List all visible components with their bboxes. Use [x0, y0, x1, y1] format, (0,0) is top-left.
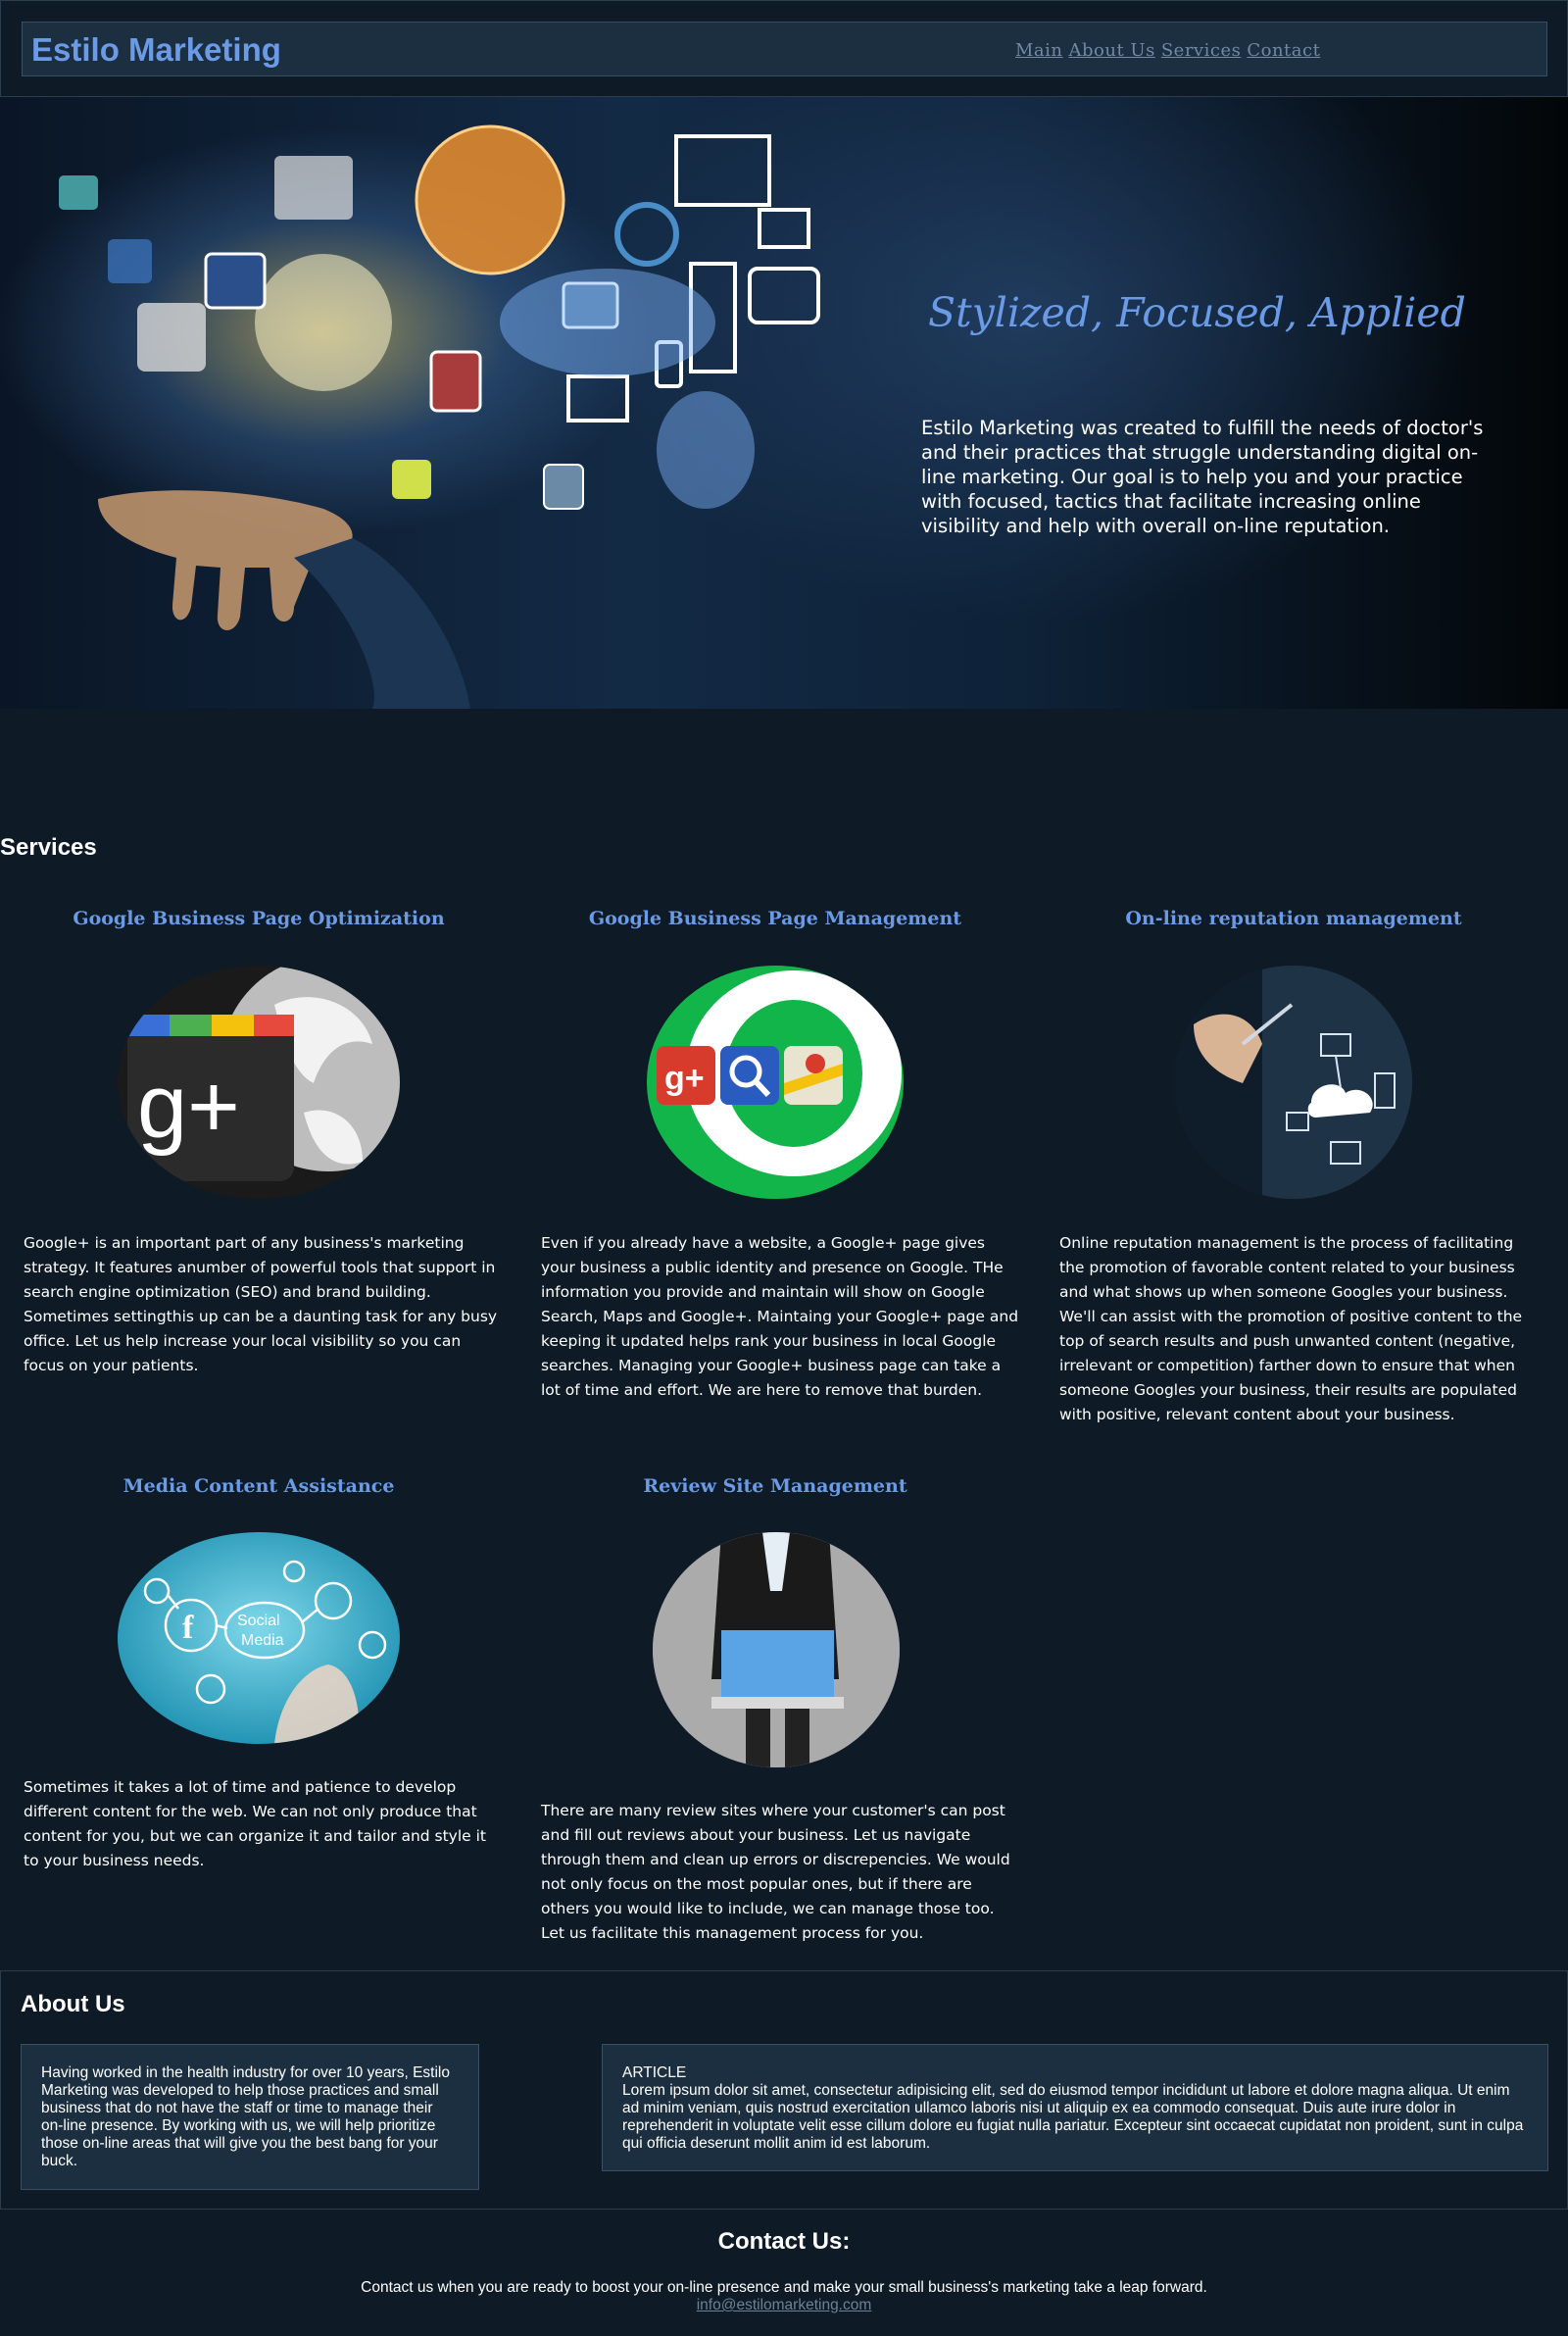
contact-text: Contact us when you are ready to boost y… — [361, 2279, 1207, 2296]
service-text-google-management: Even if you already have a website, a Go… — [541, 1234, 1019, 1399]
svg-text:Media: Media — [241, 1632, 284, 1649]
service-title-reputation-management: On-line reputation management — [1125, 908, 1462, 929]
about-summary-text: Having worked in the health industry for… — [41, 2064, 450, 2169]
nav-link-about-us[interactable]: About Us — [1069, 40, 1155, 61]
svg-text:Social: Social — [237, 1613, 280, 1629]
article-label: ARTICLE — [622, 2064, 687, 2081]
service-title-google-optimization: Google Business Page Optimization — [73, 908, 445, 929]
header-bar: Estilo Marketing Main About Us Services … — [22, 22, 1547, 76]
service-text-review-site: There are many review sites where your c… — [541, 1802, 1010, 1942]
nav-link-main[interactable]: Main — [1015, 40, 1063, 61]
google-plus-globe-image: g+ — [118, 966, 400, 1199]
social-media-network-image: f Social Media — [118, 1532, 400, 1744]
service-text-reputation-management: Online reputation management is the proc… — [1059, 1234, 1523, 1423]
service-text-google-optimization: Google+ is an important part of any busi… — [24, 1234, 498, 1374]
service-title-review-site: Review Site Management — [643, 1475, 907, 1497]
nav-link-services[interactable]: Services — [1161, 40, 1241, 61]
contact-email-link[interactable]: info@estilomarketing.com — [0, 2297, 1568, 2314]
contact-heading: Contact Us: — [717, 2228, 851, 2255]
svg-text:g+: g+ — [137, 1057, 240, 1157]
service-title-media-content: Media Content Assistance — [122, 1475, 395, 1497]
site-header: Estilo Marketing Main About Us Services … — [0, 0, 1568, 97]
hand-drawing-cloud-diagram-image — [1174, 966, 1412, 1199]
nav-link-contact[interactable]: Contact — [1247, 40, 1320, 61]
hero-hand-globe-image — [59, 124, 820, 709]
svg-text:g+: g+ — [664, 1060, 705, 1097]
about-heading: About Us — [21, 1991, 125, 2017]
google-apps-icons-image: g+ — [647, 966, 904, 1199]
article-text: Lorem ipsum dolor sit amet, consectetur … — [622, 2082, 1524, 2152]
businessman-laptop-image — [653, 1532, 900, 1767]
hero-description: Estilo Marketing was created to fulfill … — [921, 417, 1484, 537]
hero-banner: Stylized, Focused, Applied Estilo Market… — [0, 97, 1568, 709]
article-box: ARTICLE Lorem ipsum dolor sit amet, cons… — [602, 2044, 1548, 2171]
svg-text:f: f — [182, 1610, 194, 1646]
about-summary-box: Having worked in the health industry for… — [21, 2044, 479, 2190]
main-nav: Main About Us Services Contact — [1015, 40, 1320, 61]
hero-title: Stylized, Focused, Applied — [928, 289, 1466, 336]
brand-logo-text[interactable]: Estilo Marketing — [31, 31, 281, 69]
service-title-google-management: Google Business Page Management — [588, 908, 962, 929]
service-text-media-content: Sometimes it takes a lot of time and pat… — [24, 1778, 487, 1869]
services-heading: Services — [0, 834, 97, 861]
about-section: About Us Having worked in the health ind… — [0, 1970, 1568, 2210]
